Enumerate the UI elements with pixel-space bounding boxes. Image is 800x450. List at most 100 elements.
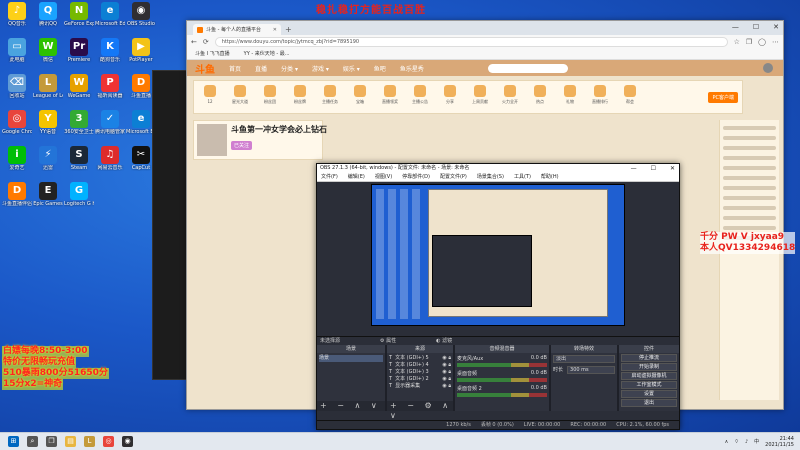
source-item[interactable]: T 文本 (GDI+) 2 ◉ 🔒︎ [389,376,451,383]
room-toolbar-item[interactable]: 礼物 [558,85,582,109]
user-avatar[interactable] [763,63,773,73]
desktop-icon[interactable]: ⚡ 迅雷 [33,146,63,180]
maximize-icon[interactable]: ☐ [753,23,759,31]
scene-item[interactable]: 场景 [319,355,383,362]
nav-item[interactable]: 鱼乐星秀 [400,64,424,73]
desktop-icon[interactable]: ✓ 腾讯电脑管家 [95,110,125,144]
obs-preview[interactable] [371,184,625,326]
profile-icon[interactable]: ◯ [758,38,766,46]
close-icon[interactable]: ✕ [670,164,675,173]
transition-select[interactable]: 淡出 [553,355,615,363]
desktop-icon[interactable]: ⌫ 回收站 [2,74,32,108]
minimize-icon[interactable]: — [631,164,637,173]
visibility-icon[interactable]: ◉ 🔒︎ [442,362,451,369]
file-explorer-icon[interactable]: ▤ [65,436,76,447]
desktop-icon[interactable]: W 微信 [33,38,63,72]
obs-menu-item[interactable]: 停靠部件(D) [402,173,430,181]
desktop-icon[interactable]: ◎Google Chrome [2,110,32,144]
task-view-icon[interactable]: ❐ [46,436,57,447]
obs-menu-item[interactable]: 场景集合(S) [477,173,504,181]
site-search-input[interactable] [487,63,568,73]
room-toolbar-item[interactable]: 粉丝牌 [288,85,312,109]
room-toolbar-item[interactable]: 粉丝团 [258,85,282,109]
room-toolbar-item[interactable]: 12 [198,85,222,109]
favorites-icon[interactable]: ☆ [734,38,740,46]
obs-menu-item[interactable]: 视图(V) [375,173,392,181]
more-icon[interactable]: ⋯ [772,38,779,46]
desktop-icon[interactable]: S Steam [64,146,94,180]
bookmark-item[interactable]: YY - 来伙天地 - 最... [244,49,290,59]
desktop-icon[interactable]: ◉ OBS Studio [126,2,156,36]
obs-control-button[interactable]: 退出 [621,399,677,407]
pc-client-badge[interactable]: PC客户端 [708,91,738,103]
desktop-icon[interactable]: Q 腾讯QQ [33,2,63,36]
desktop-icon[interactable]: i 爱奇艺 [2,146,32,180]
obs-control-button[interactable]: 开始录制 [621,363,677,371]
source-item[interactable]: T 文本 (GDI+) 3 ◉ 🔒︎ [389,369,451,376]
source-item[interactable]: T 文本 (GDI+) 5 ◉ 🔒︎ [389,355,451,362]
room-toolbar-item[interactable]: 分享 [438,85,462,109]
desktop-icon[interactable]: eMicrosoft Edge [95,2,125,36]
nav-item[interactable]: 首页 [229,64,241,73]
browser-tab[interactable]: 斗鱼 - 每个人的直播平台 ✕ [193,24,281,35]
obs-menu-item[interactable]: 帮助(H) [541,173,559,181]
sources-dock-footer[interactable]: + − ⚙ ∧ ∨ [387,401,453,420]
streamer-avatar[interactable] [197,124,227,156]
desktop-icon[interactable]: D 斗鱼直播伴侣 [2,182,32,216]
obs-icon[interactable]: ◉ [122,436,133,447]
desktop-icon[interactable]: 3 360安全卫士 [64,110,94,144]
desktop-icon[interactable]: Pr Premiere [64,38,94,72]
volume-meter[interactable] [457,363,547,367]
room-toolbar-item[interactable]: 火力全开 [498,85,522,109]
room-toolbar-item[interactable]: 热点 [528,85,552,109]
volume-meter[interactable] [457,393,547,397]
desktop-icon[interactable]: NGeForce Experience [64,2,94,36]
site-logo[interactable]: 斗鱼 [195,61,215,76]
desktop-icon[interactable]: K 酷狗音乐 [95,38,125,72]
obs-control-button[interactable]: 工作室模式 [621,381,677,389]
desktop-icon[interactable]: ▶ PotPlayer [126,38,156,72]
room-toolbar-item[interactable]: 上周贡献 [468,85,492,109]
desktop-icon[interactable]: ♪ QQ音乐 [2,2,32,36]
back-icon[interactable]: ← [191,38,197,46]
minimize-icon[interactable]: — [732,23,739,31]
room-toolbar-item[interactable]: 星光大道 [228,85,252,109]
obs-menu-item[interactable]: 工具(T) [514,173,531,181]
room-toolbar-item[interactable]: 直播领奖 [378,85,402,109]
address-bar[interactable]: https://www.douyu.com/topic/jytmcq_zbj?r… [214,37,728,47]
desktop-icon[interactable]: ▭ 此电脑 [2,38,32,72]
start-icon[interactable]: ⊞ [8,436,19,447]
obs-menu-item[interactable]: 配置文件(P) [440,173,467,181]
search-icon[interactable]: ⌕ [27,436,38,447]
nav-item[interactable]: 游戏 ▾ [312,64,329,73]
obs-menu-item[interactable]: 编辑(E) [348,173,365,181]
desktop-icon[interactable]: P 福昕阅读器 [95,74,125,108]
duration-input[interactable]: 300 ms [567,366,615,374]
properties-button[interactable]: ⚙ 属性 [380,337,396,345]
new-tab-button[interactable]: + [285,24,292,35]
clock[interactable]: 21:44 2021/11/15 [765,436,794,448]
chevron-up-icon[interactable]: ∧ [725,439,729,445]
nav-item[interactable]: 直播 [255,64,267,73]
nav-item[interactable]: 娱乐 ▾ [343,64,360,73]
nav-item[interactable]: 鱼吧 [374,64,386,73]
bookmark-item[interactable]: 斗鱼 Ⅰ 飞飞直播 [195,49,230,59]
refresh-icon[interactable]: ⟳ [203,38,209,46]
chrome-icon[interactable]: ◎ [103,436,114,447]
close-icon[interactable]: ✕ [773,23,779,31]
volume-icon[interactable]: ♪ [745,439,748,445]
desktop-icon[interactable]: E Epic Games [33,182,63,216]
desktop-icon[interactable]: Y YY语音 [33,110,63,144]
desktop-icon[interactable]: W WeGame [64,74,94,108]
source-item[interactable]: T 显示器采集 ◉ 🔒︎ [389,383,451,390]
obs-control-button[interactable]: 启动虚拟摄像机 [621,372,677,380]
ime-indicator[interactable]: 中 [754,438,759,445]
network-icon[interactable]: ⌔ [734,439,739,445]
visibility-icon[interactable]: ◉ 🔒︎ [442,355,451,362]
close-tab-icon[interactable]: ✕ [273,27,277,33]
desktop-icon[interactable]: LLeague of Legends [33,74,63,108]
room-toolbar-item[interactable]: 直播排行 [588,85,612,109]
nav-item[interactable]: 分类 ▾ [281,64,298,73]
visibility-icon[interactable]: ◉ 🔒︎ [442,376,451,383]
room-toolbar-item[interactable]: 主播公告 [408,85,432,109]
